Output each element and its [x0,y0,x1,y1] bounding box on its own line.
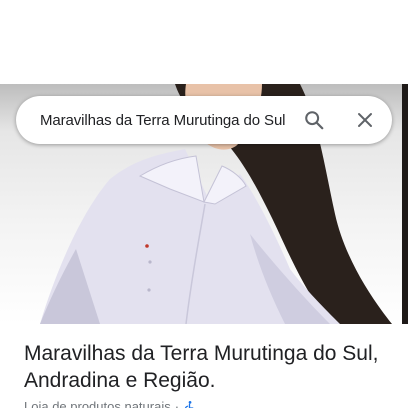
search-input[interactable]: Maravilhas da Terra Murutinga do Sul [40,112,288,129]
place-category: Loja de produtos naturais [24,399,171,408]
place-page: Maravilhas da Terra Murutinga do Sul Mar… [0,0,408,408]
wheelchair-icon [183,400,196,408]
place-title: Maravilhas da Terra Murutinga do Sul, An… [24,342,379,392]
place-subtitle: Loja de produtos naturais · [24,399,394,408]
close-icon[interactable] [353,108,377,132]
search-icon[interactable] [302,108,326,132]
search-bar[interactable]: Maravilhas da Terra Murutinga do Sul [16,96,392,144]
photo-edge [402,84,408,324]
place-info: Maravilhas da Terra Murutinga do Sul, An… [24,340,394,408]
separator-dot: · [174,399,180,408]
